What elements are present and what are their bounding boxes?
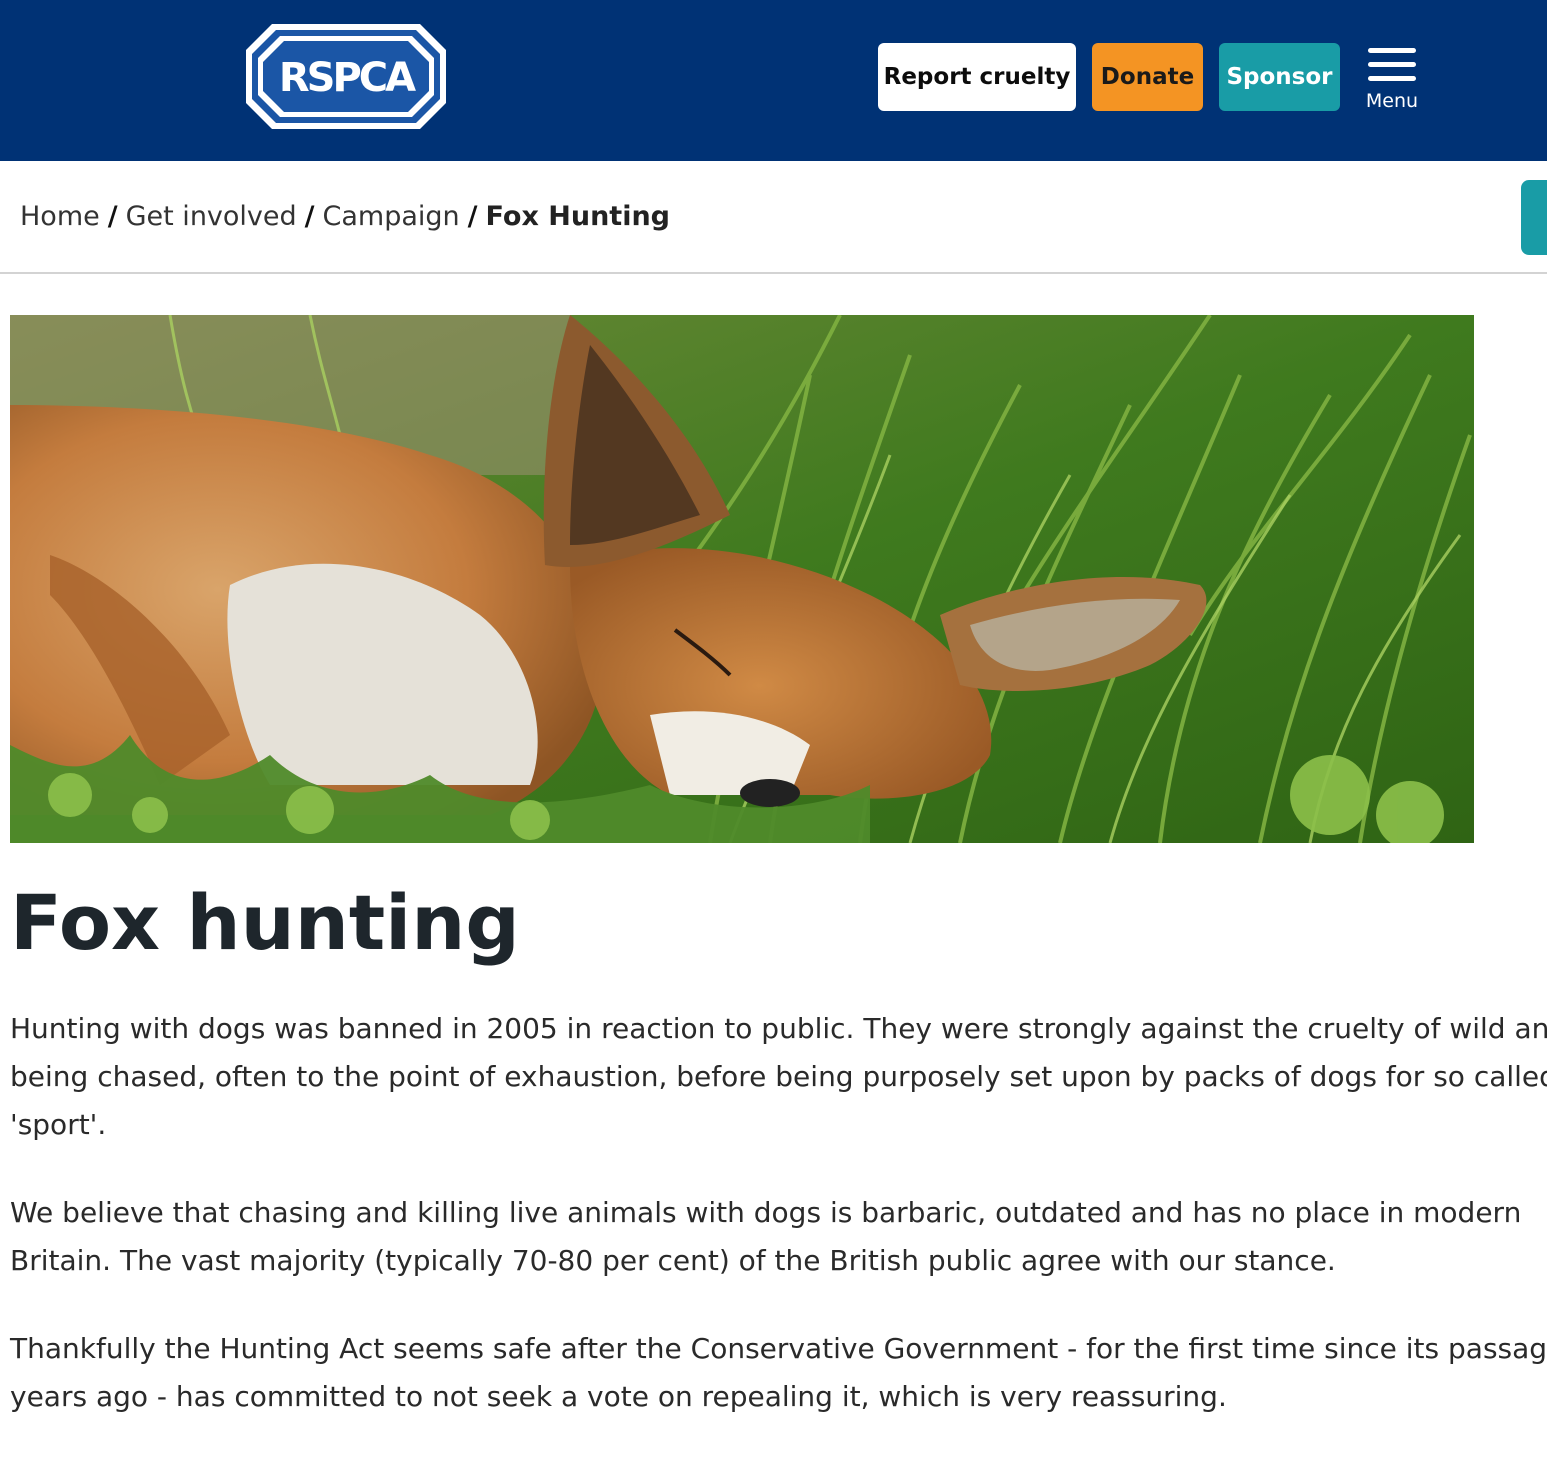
report-cruelty-label: Report cruelty — [883, 64, 1071, 90]
sponsor-label: Sponsor — [1226, 64, 1333, 90]
page-title: Fox hunting — [10, 878, 520, 967]
donate-label: Donate — [1100, 64, 1195, 90]
paragraph-line: Britain. The vast majority (typically 70… — [10, 1244, 1336, 1277]
report-cruelty-button[interactable]: Report cruelty — [878, 43, 1076, 111]
article-paragraph: Thankfully the Hunting Act seems safe af… — [10, 1325, 1547, 1421]
breadcrumb: Home / Get involved / Campaign / Fox Hunting — [20, 201, 670, 232]
breadcrumb-separator: / — [107, 201, 118, 232]
paragraph-line: Thankfully the Hunting Act seems safe af… — [10, 1332, 1547, 1365]
paragraph-line: Hunting with dogs was banned in 2005 in … — [10, 1012, 1547, 1045]
breadcrumb-bar: Home / Get involved / Campaign / Fox Hunting — [0, 161, 1547, 274]
paragraph-line: 'sport'. — [10, 1108, 107, 1141]
sponsor-button[interactable]: Sponsor — [1219, 43, 1340, 111]
menu-label: Menu — [1365, 90, 1419, 112]
paragraph-line: years ago - has committed to not seek a … — [10, 1380, 1227, 1413]
rspca-logo[interactable]: RSPCA — [246, 24, 446, 129]
side-feedback-tab[interactable] — [1521, 180, 1547, 255]
breadcrumb-get-involved[interactable]: Get involved — [126, 201, 297, 232]
sleeping-fox-photo-icon — [10, 315, 1474, 843]
hero-image — [10, 315, 1474, 843]
paragraph-line: We believe that chasing and killing live… — [10, 1196, 1522, 1229]
breadcrumb-separator: / — [467, 201, 478, 232]
breadcrumb-campaign[interactable]: Campaign — [323, 201, 460, 232]
breadcrumb-current: Fox Hunting — [485, 201, 671, 232]
donate-button[interactable]: Donate — [1092, 43, 1203, 111]
breadcrumb-separator: / — [304, 201, 315, 232]
site-header: RSPCA Report cruelty Donate Sponsor Menu — [0, 0, 1547, 161]
logo-text: RSPCA — [279, 55, 416, 101]
menu-button[interactable]: Menu — [1359, 44, 1425, 116]
article-paragraph: We believe that chasing and killing live… — [10, 1189, 1521, 1285]
paragraph-line: being chased, often to the point of exha… — [10, 1060, 1547, 1093]
article-paragraph: Hunting with dogs was banned in 2005 in … — [10, 1005, 1547, 1149]
breadcrumb-home[interactable]: Home — [20, 201, 100, 232]
